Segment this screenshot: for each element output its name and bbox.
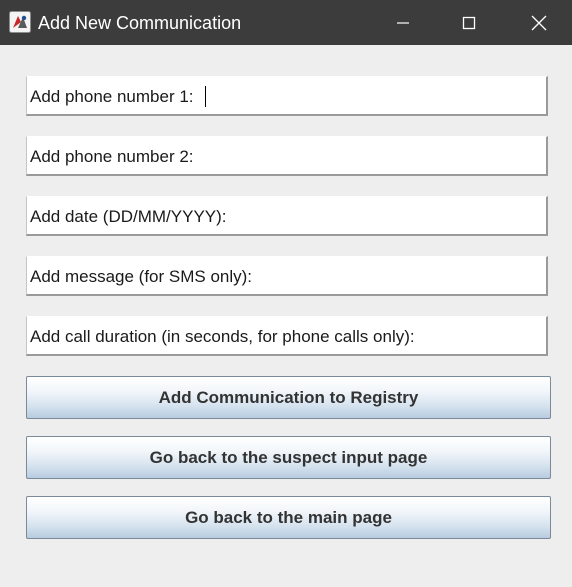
text-caret (205, 86, 206, 107)
date-field[interactable]: Add date (DD/MM/YYYY): (26, 196, 548, 236)
window-title: Add New Communication (38, 13, 242, 33)
maximize-icon (462, 16, 476, 29)
call-duration-label: Add call duration (in seconds, for phone… (30, 327, 415, 346)
phone-number-1-field[interactable]: Add phone number 1: (26, 76, 548, 116)
back-to-suspect-input-button[interactable]: Go back to the suspect input page (26, 436, 551, 479)
add-communication-button[interactable]: Add Communication to Registry (26, 376, 551, 419)
close-button[interactable] (508, 0, 570, 45)
close-icon (531, 15, 547, 30)
phone-number-2-field[interactable]: Add phone number 2: (26, 136, 548, 176)
maximize-button[interactable] (438, 0, 500, 45)
title-bar[interactable]: Add New Communication (0, 0, 572, 45)
minimize-button[interactable] (372, 0, 434, 45)
java-app-icon[interactable] (9, 11, 31, 33)
minimize-icon (397, 21, 409, 24)
message-field[interactable]: Add message (for SMS only): (26, 256, 548, 296)
call-duration-field[interactable]: Add call duration (in seconds, for phone… (26, 316, 548, 356)
back-to-main-page-button[interactable]: Go back to the main page (26, 496, 551, 539)
phone-number-2-label: Add phone number 2: (30, 147, 194, 166)
phone-number-1-label: Add phone number 1: (30, 87, 194, 106)
date-label: Add date (DD/MM/YYYY): (30, 207, 227, 226)
message-label: Add message (for SMS only): (30, 267, 253, 286)
